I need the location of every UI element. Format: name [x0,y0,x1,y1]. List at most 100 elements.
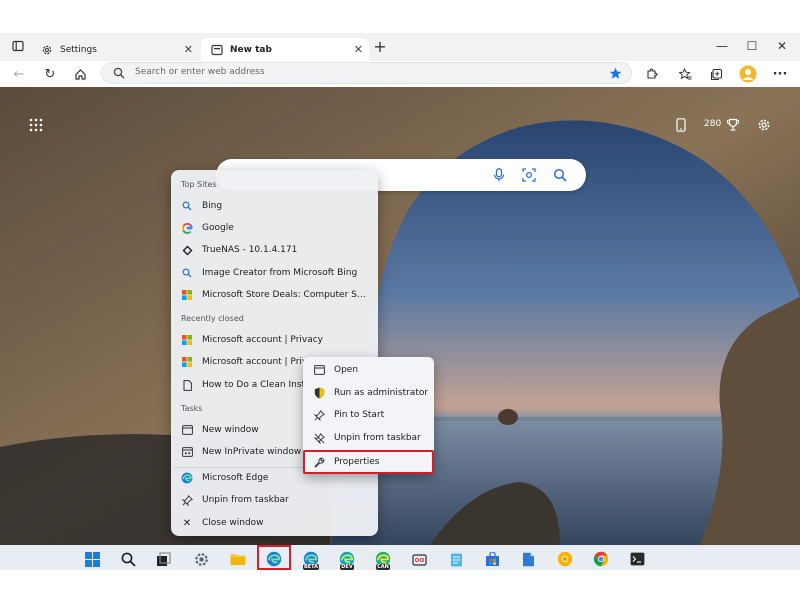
word-document-button[interactable] [519,550,537,568]
folder-icon [230,554,246,565]
phone-icon [676,118,686,132]
jump-list-item-close-window[interactable]: ✕ Close window [176,513,372,533]
screenshot-frame: Settings ✕ New tab ✕ + — ☐ ✕ ← ↻ Search … [0,0,800,600]
tab-actions-button[interactable] [5,33,31,59]
context-menu-unpin-from-taskbar[interactable]: Unpin from taskbar [309,428,429,448]
new-tab-button[interactable]: + [367,33,393,59]
terminal-button[interactable] [628,550,646,568]
gear-icon [40,43,54,57]
jump-list-section-top-sites: Top Sites [181,180,217,189]
task-view-icon [156,551,171,566]
profile-button[interactable] [738,64,758,84]
jump-list-item-ms-account-privacy[interactable]: Microsoft account | Privacy [176,330,372,350]
trophy-icon [727,118,739,131]
extensions-button[interactable] [641,64,661,84]
taskbar-edge-dev-button[interactable]: DEV [338,550,356,570]
refresh-button[interactable]: ↻ [40,64,60,84]
jump-list-item-store-deals[interactable]: Microsoft Store Deals: Computer Sal... [176,285,372,305]
badge-dev: DEV [340,564,354,570]
taskbar-edge-beta-button[interactable]: BETA [302,550,320,570]
taskbar-search-button[interactable] [119,550,137,568]
back-button[interactable]: ← [9,64,29,84]
search-icon [121,552,136,567]
collections-button[interactable] [706,64,726,84]
taskbar-edge-canary-button[interactable]: CAN [374,550,392,570]
jump-list-section-recently-closed: Recently closed [181,314,244,323]
start-button[interactable] [83,550,101,568]
favorite-star-button[interactable] [605,63,625,83]
chrome-icon [593,551,609,567]
ntp-search-button[interactable] [550,165,570,185]
inprivate-icon [181,446,193,458]
rewards-button[interactable] [723,115,743,135]
chrome-canary-button[interactable] [556,550,574,568]
notepad-button[interactable] [447,550,465,568]
close-window-button[interactable]: ✕ [769,33,795,59]
visual-search-button[interactable] [519,165,539,185]
more-icon: ··· [772,66,788,82]
tab-new-tab[interactable]: New tab ✕ [201,38,369,62]
properties-highlight-box [303,450,434,474]
truenas-icon [181,244,193,256]
context-menu-pin-to-start[interactable]: Pin to Start [309,405,429,425]
favorites-button[interactable] [675,64,695,84]
badge-canary: CAN [376,564,390,570]
phone-button[interactable] [671,115,691,135]
tab-new-tab-close-icon[interactable]: ✕ [354,43,363,56]
pin-icon [313,409,325,421]
task-view-button[interactable] [154,550,172,568]
search-icon [553,168,567,182]
minimize-button[interactable]: — [709,33,735,59]
store-icon [485,551,499,566]
jump-list-item-google[interactable]: Google [176,218,372,238]
puzzle-icon [646,68,657,79]
home-button[interactable] [70,64,90,84]
document-icon [522,552,534,566]
search-icon [109,63,129,83]
tab-settings-close-icon[interactable]: ✕ [184,43,193,56]
context-menu-open[interactable]: Open [309,360,429,380]
tab-actions-icon [12,40,24,52]
jump-list-item-bing[interactable]: Bing [176,196,372,216]
context-menu-run-as-administrator[interactable]: Run as administrator [309,383,429,403]
snipping-tool-button[interactable] [410,550,428,568]
jump-list-item-unpin-from-taskbar[interactable]: Unpin from taskbar [176,490,372,510]
jump-list-item-image-creator[interactable]: Image Creator from Microsoft Bing [176,263,372,283]
file-explorer-button[interactable] [229,550,247,568]
snipping-tool-icon [411,553,427,566]
microsoft-icon [181,289,193,301]
address-placeholder: Search or enter web address [135,67,265,77]
rewards-points: 280 [704,119,722,129]
voice-search-button[interactable] [489,165,509,185]
collections-icon [710,68,722,80]
microphone-icon [493,168,505,182]
shield-icon [313,387,325,399]
camera-scan-icon [522,168,536,182]
edge-taskbar-highlight-box [257,545,291,570]
taskbar-settings-button[interactable] [192,550,210,568]
apps-grid-button[interactable] [26,115,46,135]
chrome-button[interactable] [592,550,610,568]
page-settings-button[interactable] [754,115,774,135]
microsoft-icon [181,356,193,368]
microsoft-icon [181,334,193,346]
gear-icon [194,552,208,566]
notepad-icon [450,553,462,566]
grid-icon [29,118,43,132]
close-icon: ✕ [182,517,192,529]
tab-new-tab-label: New tab [230,45,272,55]
tab-settings[interactable]: Settings ✕ [31,38,199,62]
maximize-icon: ☐ [746,39,758,53]
microsoft-store-button[interactable] [483,550,501,568]
settings-more-button[interactable]: ··· [770,64,790,84]
edge-icon [181,472,193,484]
unpin-icon [181,494,193,506]
windows-icon [84,551,100,567]
jump-list-item-truenas[interactable]: TrueNAS - 10.1.4.171 [176,240,372,260]
gear-icon [758,119,770,131]
background-image [0,87,800,545]
maximize-button[interactable]: ☐ [739,33,765,59]
avatar [739,65,757,83]
arrow-left-icon: ← [13,66,25,82]
close-icon: ✕ [776,39,788,53]
